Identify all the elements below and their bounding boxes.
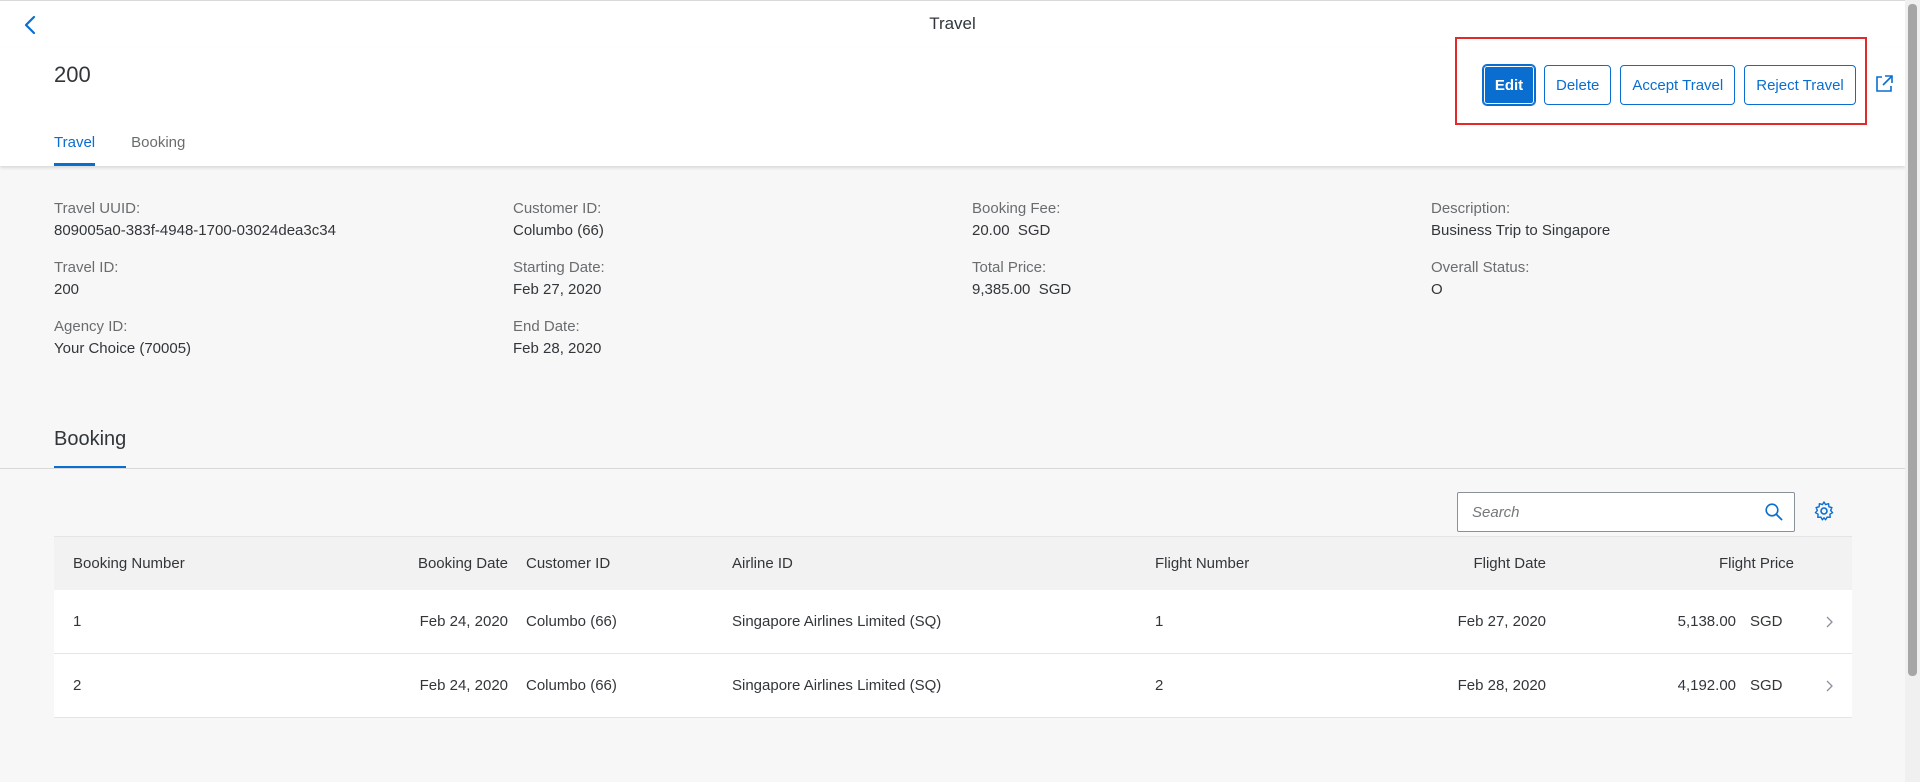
search-field [1457, 492, 1795, 532]
page-scrollbar[interactable] [1905, 0, 1920, 782]
field-description: Description: Business Trip to Singapore [1431, 200, 1851, 259]
field-label: Overall Status: [1431, 259, 1530, 276]
row-navigation[interactable] [1818, 590, 1842, 653]
field-value: 809005a0-383f-4948-1700-03024dea3c34 [54, 222, 336, 239]
field-overall-status: Overall Status: O [1431, 259, 1851, 318]
edit-button[interactable]: Edit [1482, 64, 1536, 106]
field-label: Travel UUID: [54, 200, 141, 217]
field-value: 9,385.00 SGD [972, 281, 1072, 298]
field-label: Customer ID: [513, 200, 602, 217]
field-label: Travel ID: [54, 259, 119, 276]
delete-button[interactable]: Delete [1544, 65, 1612, 105]
field-customer-id: Customer ID: Columbo (66) [513, 200, 933, 259]
column-header-flight-price[interactable]: Flight Price [54, 537, 1794, 590]
share-button[interactable] [1873, 73, 1897, 97]
field-starting-date: Starting Date: Feb 27, 2020 [513, 259, 933, 318]
top-border [0, 0, 1920, 1]
scrollbar-thumb[interactable] [1908, 4, 1917, 676]
booking-table: Booking Number Booking Date Customer ID … [54, 536, 1852, 718]
booking-section-title: Booking [54, 428, 127, 450]
cell-currency: SGD [1750, 677, 1783, 694]
tab-booking[interactable]: Booking [131, 134, 185, 166]
gear-icon [1814, 501, 1834, 521]
chevron-right-icon [1826, 616, 1833, 627]
field-value: 20.00 SGD [972, 222, 1051, 239]
field-label: Starting Date: [513, 259, 605, 276]
search-input[interactable] [1458, 493, 1748, 531]
field-label: Agency ID: [54, 318, 128, 335]
field-value: Your Choice (70005) [54, 340, 192, 357]
cell-flight-price: 5,138.00 [1677, 613, 1736, 630]
field-label: Description: [1431, 200, 1511, 217]
field-label: Total Price: [972, 259, 1047, 276]
field-label: End Date: [513, 318, 580, 335]
search-icon [1765, 503, 1783, 521]
field-value: O [1431, 281, 1443, 298]
reject-travel-button[interactable]: Reject Travel [1744, 65, 1856, 105]
field-booking-fee: Booking Fee: 20.00 SGD [972, 200, 1392, 259]
details-column-2: Customer ID: Columbo (66) Starting Date:… [513, 200, 933, 377]
details-column-1: Travel UUID: 809005a0-383f-4948-1700-030… [54, 200, 474, 377]
table-row[interactable]: 1 Feb 24, 2020 Columbo (66) Singapore Ai… [54, 590, 1852, 654]
header-actions: Edit Delete Accept Travel Reject Travel [1482, 64, 1856, 106]
field-value: Business Trip to Singapore [1431, 222, 1611, 239]
cell-flight-price: 4,192.00 [1677, 677, 1736, 694]
chevron-right-icon [1826, 680, 1833, 691]
tab-travel[interactable]: Travel [54, 134, 96, 166]
search-button[interactable] [1764, 502, 1786, 524]
field-agency-id: Agency ID: Your Choice (70005) [54, 318, 474, 377]
anchor-bar: Travel Booking [54, 134, 221, 166]
share-icon [1876, 75, 1893, 92]
field-label: Booking Fee: [972, 200, 1061, 217]
table-settings-button[interactable] [1813, 500, 1837, 524]
field-travel-id: Travel ID: 200 [54, 259, 474, 318]
field-end-date: End Date: Feb 28, 2020 [513, 318, 933, 377]
field-value: Columbo (66) [513, 222, 604, 239]
details-column-3: Booking Fee: 20.00 SGD Total Price: 9,38… [972, 200, 1392, 318]
cell-currency: SGD [1750, 613, 1783, 630]
details-column-4: Description: Business Trip to Singapore … [1431, 200, 1851, 318]
section-divider [0, 468, 1905, 469]
object-title: 200 [54, 62, 91, 87]
field-value: Feb 28, 2020 [513, 340, 602, 357]
table-header: Booking Number Booking Date Customer ID … [54, 536, 1852, 590]
field-value: 200 [54, 281, 80, 298]
row-navigation[interactable] [1818, 654, 1842, 717]
app-title: Travel [929, 14, 976, 33]
table-row[interactable]: 2 Feb 24, 2020 Columbo (66) Singapore Ai… [54, 654, 1852, 718]
field-total-price: Total Price: 9,385.00 SGD [972, 259, 1392, 318]
field-value: Feb 27, 2020 [513, 281, 602, 298]
field-travel-uuid: Travel UUID: 809005a0-383f-4948-1700-030… [54, 200, 474, 259]
accept-travel-button[interactable]: Accept Travel [1620, 65, 1736, 105]
